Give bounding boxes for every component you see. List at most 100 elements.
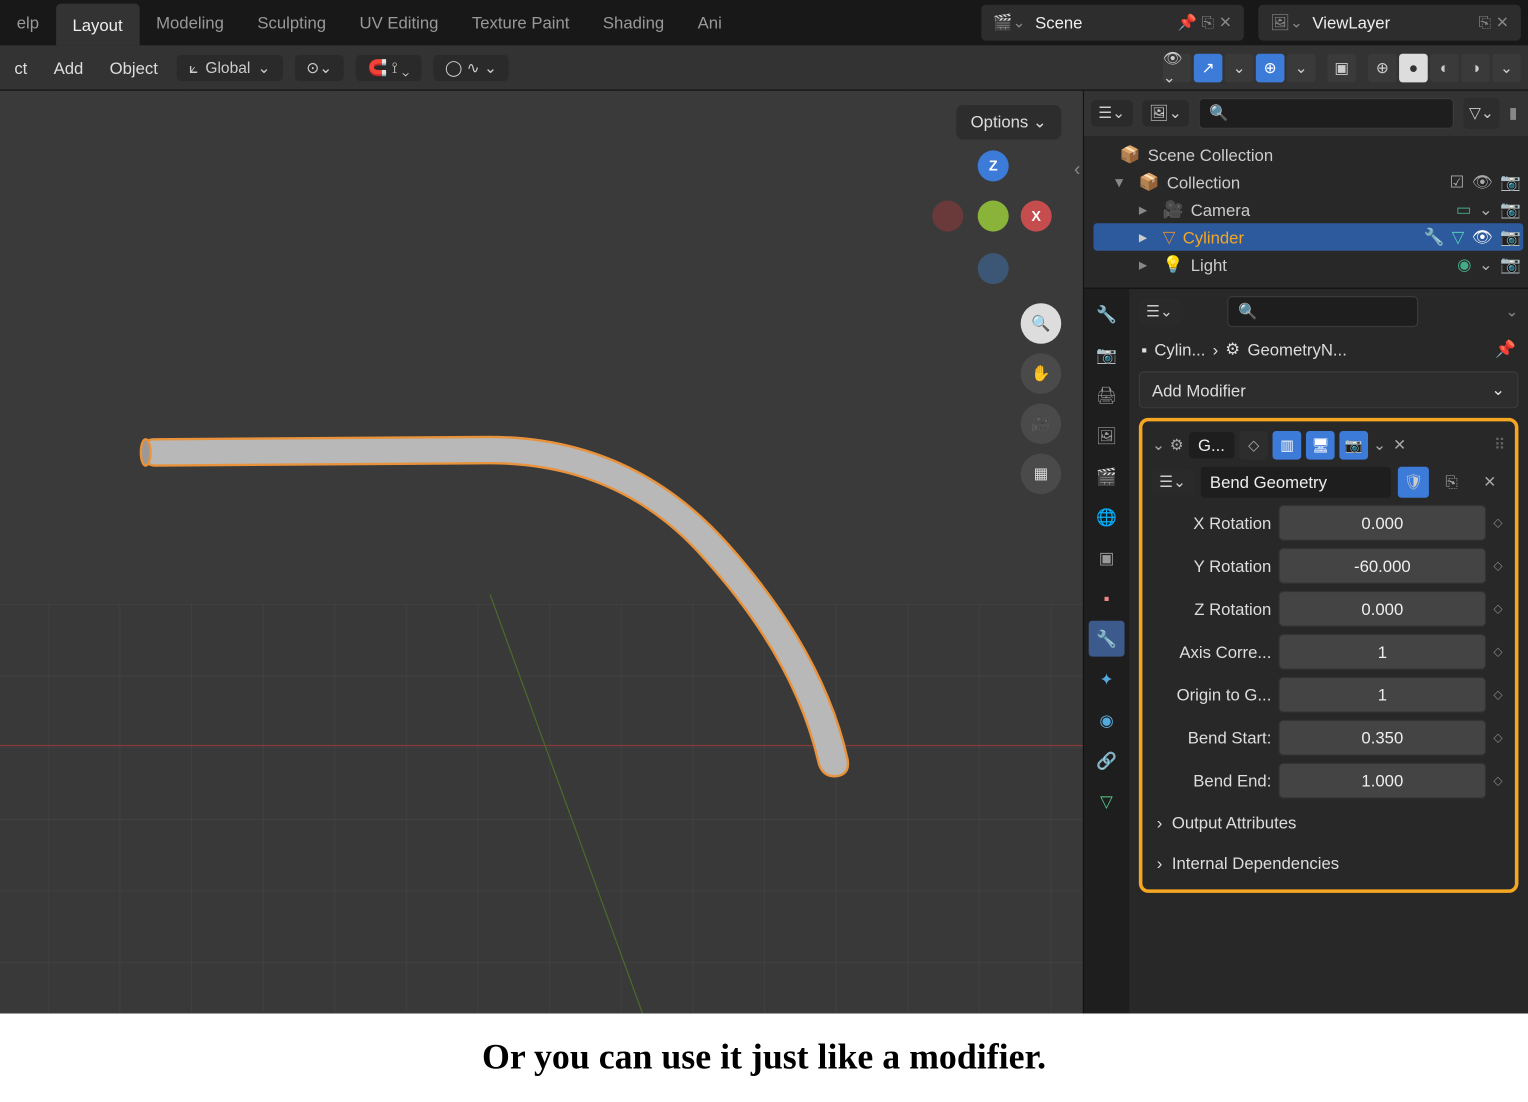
pan-icon[interactable]: ✋	[1021, 353, 1062, 394]
properties-mode[interactable]: ☰⌄	[1139, 298, 1180, 324]
outliner-item-camera[interactable]: ▸ 🎥 Camera ▭ ⌄ 📷	[1093, 196, 1523, 223]
copy-icon[interactable]: ⎘	[1436, 467, 1467, 498]
outliner-mode[interactable]: ☰⌄	[1091, 100, 1132, 126]
pin-icon[interactable]: 📌	[1178, 13, 1197, 32]
tab-collection[interactable]: ▣	[1089, 540, 1125, 576]
filter-icon[interactable]: ▽⌄	[1464, 98, 1500, 129]
render-toggle[interactable]: 📷	[1340, 431, 1369, 460]
eye-icon[interactable]: 👁	[1472, 227, 1493, 247]
tab-modeling[interactable]: Modeling	[139, 0, 240, 45]
attribute-toggle-icon[interactable]: ◇	[1493, 559, 1505, 572]
tab-layout[interactable]: Layout	[56, 4, 140, 46]
shading-dropdown[interactable]: ⌄	[1492, 53, 1521, 82]
tab-animation[interactable]: Ani	[681, 0, 739, 45]
3d-viewport[interactable]: Options ⌄ ‹ Z X 🔍 ✋ 🎥 ▦	[0, 91, 1083, 1014]
shading-solid[interactable]: ●	[1399, 53, 1428, 82]
options-icon[interactable]: ⌄	[1505, 302, 1518, 321]
pivot-point[interactable]: ⊙⌄	[294, 54, 344, 80]
hide-icon[interactable]: ⌄	[1479, 254, 1493, 274]
output-attributes-section[interactable]: › Output Attributes	[1152, 806, 1505, 839]
nodegroup-name[interactable]: Bend Geometry	[1200, 467, 1390, 498]
zoom-icon[interactable]: 🔍	[1021, 303, 1062, 344]
tab-data[interactable]: ▽	[1089, 783, 1125, 819]
gizmo-neg-z[interactable]	[978, 253, 1009, 284]
tab-viewlayer[interactable]: 🖼	[1089, 418, 1125, 454]
input-origin[interactable]: 1	[1279, 677, 1487, 713]
gizmo-z-axis[interactable]: Z	[978, 150, 1009, 181]
disclose-icon[interactable]: ▸	[1139, 254, 1156, 274]
shading-rendered[interactable]: ◑	[1461, 53, 1490, 82]
input-bend-start[interactable]: 0.350	[1279, 720, 1487, 756]
tab-object[interactable]: ▪	[1089, 580, 1125, 616]
internal-dependencies-section[interactable]: › Internal Dependencies	[1152, 846, 1505, 879]
tab-sculpting[interactable]: Sculpting	[241, 0, 343, 45]
extras-dropdown[interactable]: ⌄	[1373, 436, 1386, 455]
overlay-dropdown[interactable]: ⌄	[1287, 53, 1316, 82]
snap-toggle[interactable]: 🧲 ⟟ ⌄	[356, 54, 421, 80]
outliner-item-cylinder[interactable]: ▸ ▽ Cylinder 🔧 ▽ 👁 📷	[1093, 223, 1523, 250]
tab-constraints[interactable]: 🔗	[1089, 743, 1125, 779]
gizmo-dropdown[interactable]: ⌄	[1225, 53, 1254, 82]
input-y-rotation[interactable]: -60.000	[1279, 548, 1487, 584]
attribute-toggle-icon[interactable]: ◇	[1493, 602, 1505, 615]
tab-scene[interactable]: 🎬	[1089, 458, 1125, 494]
perspective-icon[interactable]: ▦	[1021, 454, 1062, 495]
visibility-icon[interactable]: 👁⌄	[1163, 53, 1192, 82]
scene-collection-row[interactable]: 📦 Scene Collection	[1093, 141, 1523, 168]
input-z-rotation[interactable]: 0.000	[1279, 591, 1487, 627]
tab-physics[interactable]: ◉	[1089, 702, 1125, 738]
gizmo-toggle[interactable]: ↗	[1194, 53, 1223, 82]
shading-material[interactable]: ◐	[1430, 53, 1459, 82]
input-bend-end[interactable]: 1.000	[1279, 763, 1487, 799]
disclose-icon[interactable]: ▸	[1139, 227, 1156, 247]
unlink-icon[interactable]: ✕	[1474, 467, 1505, 498]
attribute-toggle-icon[interactable]: ◇	[1493, 688, 1505, 701]
tab-world[interactable]: 🌐	[1089, 499, 1125, 535]
tab-texture-paint[interactable]: Texture Paint	[455, 0, 586, 45]
collapse-icon[interactable]: ⌄	[1152, 436, 1165, 455]
outliner-display[interactable]: 🖼⌄	[1142, 100, 1189, 126]
collection-row[interactable]: ▾ 📦 Collection ☑ 👁 📷	[1093, 168, 1523, 195]
new-scene-icon[interactable]: ⎘	[1202, 13, 1214, 32]
shading-wireframe[interactable]: ⊕	[1368, 53, 1397, 82]
gizmo-center[interactable]	[978, 201, 1009, 232]
edit-toggle[interactable]: ▥	[1273, 431, 1302, 460]
hide-icon[interactable]: ⌄	[1479, 199, 1493, 219]
render-icon[interactable]: 📷	[1500, 172, 1521, 192]
options-dropdown[interactable]: Options ⌄	[956, 105, 1061, 140]
tab-render[interactable]: 📷	[1089, 337, 1125, 373]
sidebar-collapse-icon[interactable]: ‹	[1074, 160, 1080, 181]
realtime-toggle[interactable]: 🖥	[1306, 431, 1335, 460]
add-menu[interactable]: Add	[46, 53, 90, 82]
tab-uv-editing[interactable]: UV Editing	[343, 0, 455, 45]
delete-scene-icon[interactable]: ✕	[1219, 13, 1232, 32]
camera-view-icon[interactable]: 🎥	[1021, 403, 1062, 444]
render-icon[interactable]: 📷	[1500, 199, 1521, 219]
scene-selector[interactable]: 🎬⌄ Scene 📌 ⎘ ✕	[981, 5, 1244, 41]
input-axis-corr[interactable]: 1	[1279, 634, 1487, 670]
overlay-toggle[interactable]: ⊕	[1256, 53, 1285, 82]
select-menu[interactable]: ct	[7, 53, 34, 82]
render-icon[interactable]: 📷	[1500, 227, 1521, 247]
tab-particles[interactable]: ✦	[1089, 661, 1125, 697]
tab-output[interactable]: 🖨	[1089, 377, 1125, 413]
gizmo-x-axis[interactable]: X	[1021, 201, 1052, 232]
outliner-search[interactable]: 🔍	[1198, 98, 1454, 129]
breadcrumb-object[interactable]: Cylin...	[1154, 340, 1205, 359]
attribute-toggle-icon[interactable]: ◇	[1493, 774, 1505, 787]
nodegroup-browse[interactable]: ☰⌄	[1152, 469, 1193, 495]
render-icon[interactable]: 📷	[1500, 254, 1521, 274]
modifier-name[interactable]: G...	[1188, 432, 1234, 458]
close-icon[interactable]: ✕	[1393, 436, 1406, 455]
gizmo-neg-x[interactable]	[932, 201, 963, 232]
nav-gizmo[interactable]: Z X	[932, 150, 1051, 293]
attribute-toggle-icon[interactable]: ◇	[1493, 645, 1505, 658]
attribute-toggle-icon[interactable]: ◇	[1493, 731, 1505, 744]
tab-shading[interactable]: Shading	[586, 0, 681, 45]
fake-user-icon[interactable]: 🛡	[1398, 467, 1429, 498]
eye-icon[interactable]: 👁	[1472, 172, 1493, 192]
input-x-rotation[interactable]: 0.000	[1279, 505, 1487, 541]
tab-tool[interactable]: 🔧	[1089, 296, 1125, 332]
pin-icon[interactable]: 📌	[1495, 339, 1516, 359]
proportional-edit[interactable]: ◯ ∿ ⌄	[433, 54, 509, 80]
